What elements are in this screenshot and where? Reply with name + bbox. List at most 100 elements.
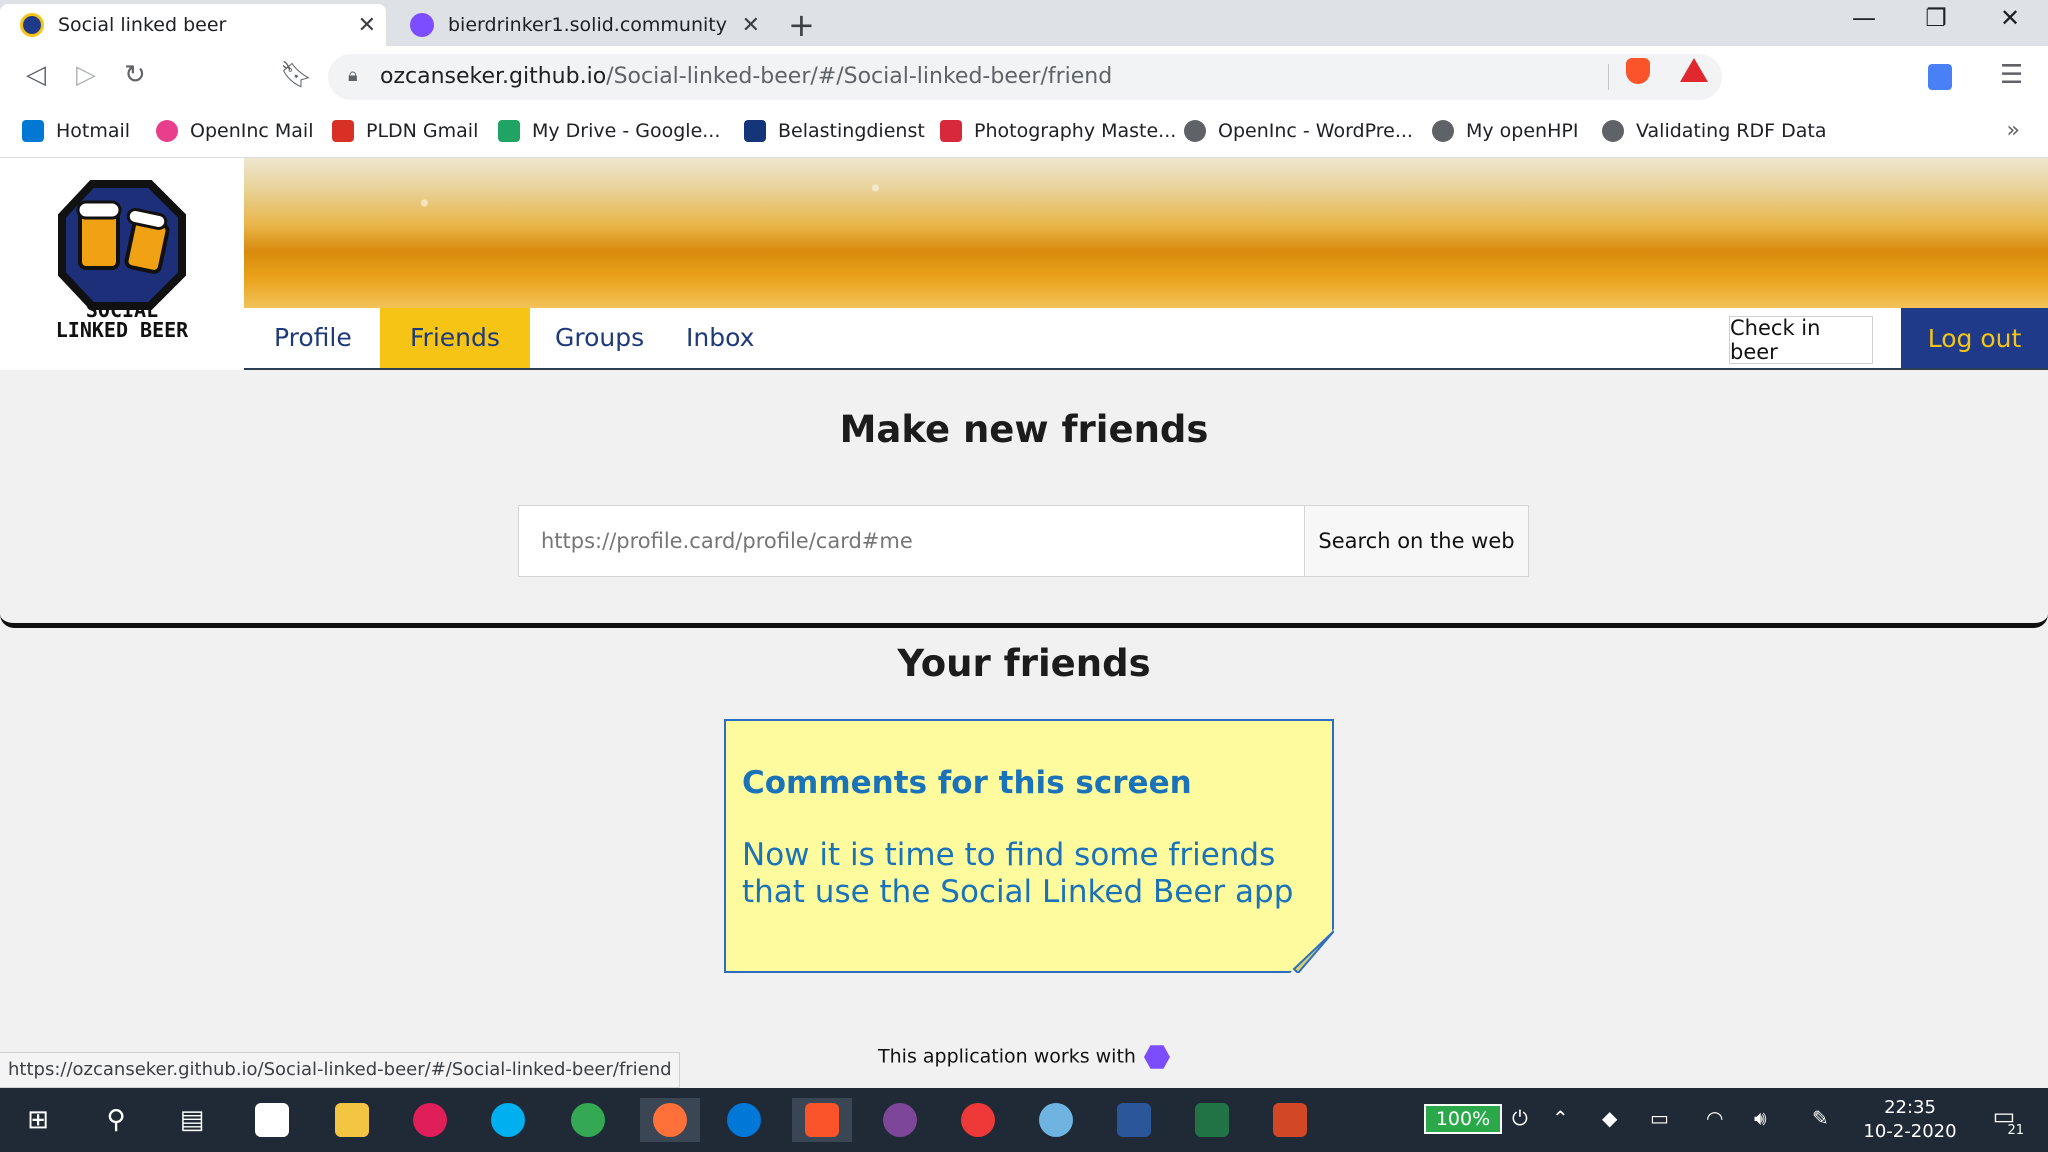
logout-button[interactable]: Log out (1901, 308, 2048, 368)
bookmark-label: OpenInc Mail (190, 120, 314, 142)
pen-icon[interactable]: ✎ (1812, 1106, 1829, 1130)
nav-friends[interactable]: Friends (380, 308, 530, 368)
sticky-note-comment: Comments for this screen Now it is time … (724, 719, 1334, 973)
reload-icon[interactable]: ↻ (124, 60, 146, 90)
back-icon[interactable]: ◁ (26, 60, 46, 90)
solid-logo-icon[interactable] (1143, 1045, 1170, 1069)
file-explorer-icon[interactable] (330, 1098, 374, 1142)
globe-icon (1602, 120, 1624, 142)
bookmark-label: OpenInc - WordPre... (1218, 120, 1413, 142)
bookmark-label: Belastingdienst (778, 120, 925, 142)
bookmark-openinc-mail[interactable]: OpenInc Mail (156, 120, 313, 142)
forward-icon[interactable]: ▷ (76, 60, 96, 90)
app-header: SOCIAL LINKED BEER Profile Friends Group… (0, 158, 2048, 370)
task-view-icon[interactable]: ▤ (170, 1098, 214, 1142)
excel-icon[interactable] (1190, 1098, 1234, 1142)
battery-indicator[interactable]: 100% (1424, 1104, 1502, 1134)
logo-text-line1: SOCIAL (85, 298, 159, 322)
clock-date: 10-2-2020 (1863, 1121, 1957, 1142)
page-curl-icon (1290, 929, 1334, 973)
brave-rewards-icon[interactable] (1680, 58, 1708, 82)
lock-icon: 🔒︎ (348, 65, 358, 86)
beer-foam-banner (244, 158, 2048, 308)
skype-icon[interactable] (486, 1098, 530, 1142)
edge-icon[interactable] (722, 1098, 766, 1142)
tor-icon[interactable] (878, 1098, 922, 1142)
page-content: SOCIAL LINKED BEER Profile Friends Group… (0, 158, 2048, 1028)
close-tab-icon[interactable]: ✕ (358, 13, 376, 38)
word-icon[interactable] (1112, 1098, 1156, 1142)
bookmark-label: My openHPI (1466, 120, 1579, 142)
url-text[interactable]: ozcanseker.github.io/Social-linked-beer/… (380, 64, 1112, 89)
search-icon[interactable]: ⚲ (94, 1098, 138, 1142)
photography-icon (940, 120, 962, 142)
bookmark-label: Hotmail (56, 120, 131, 142)
slack-icon[interactable] (408, 1098, 452, 1142)
notification-count: 21 (2007, 1123, 2024, 1138)
bookmark-openinc-wordpress[interactable]: OpenInc - WordPre... (1184, 120, 1413, 142)
bookmark-hotmail[interactable]: Hotmail (22, 120, 130, 142)
browser-menu-icon[interactable]: ☰ (2000, 60, 2023, 90)
bookmark-pldn-gmail[interactable]: PLDN Gmail (332, 120, 478, 142)
bookmarks-bar: Hotmail OpenInc Mail PLDN Gmail My Drive… (0, 108, 2048, 158)
window-close-icon[interactable]: ✕ (1980, 4, 2040, 32)
windows-start-icon[interactable]: ⊞ (16, 1098, 60, 1142)
nav-inbox[interactable]: Inbox (656, 308, 784, 368)
address-bar-row: ◁ ▷ ↻ 🔖︎ 🔒︎ ozcanseker.github.io/Social-… (0, 46, 2048, 108)
chevron-up-icon[interactable]: ⌃ (1552, 1106, 1569, 1130)
search-web-button[interactable]: Search on the web (1305, 505, 1529, 577)
volume-icon[interactable]: 🔊︎ (1754, 1106, 1767, 1130)
plug-icon: ⏻ (1512, 1106, 1528, 1130)
battery-icon[interactable]: ▭ (1650, 1106, 1669, 1130)
app-logo[interactable]: SOCIAL LINKED BEER (0, 158, 244, 370)
note-title: Comments for this screen (742, 765, 1192, 801)
profile-url-input[interactable] (518, 505, 1305, 577)
bookmark-photography[interactable]: Photography Maste... (940, 120, 1176, 142)
bookmark-my-openhpi[interactable]: My openHPI (1432, 120, 1578, 142)
url-path: /Social-linked-beer/#/Social-linked-beer… (606, 64, 1113, 89)
tab-title: Social linked beer (58, 14, 227, 36)
restore-icon[interactable]: ❐ (1906, 4, 1966, 32)
google-translate-icon[interactable] (1928, 64, 1952, 90)
tab-title: bierdrinker1.solid.community (448, 14, 727, 36)
bookmark-icon[interactable]: 🔖︎ (280, 60, 313, 90)
vivaldi-icon[interactable] (956, 1098, 1000, 1142)
openinc-icon (156, 120, 178, 142)
url-domain: ozcanseker.github.io (380, 64, 607, 89)
firefox-icon[interactable] (640, 1098, 700, 1142)
belastingdienst-icon (744, 120, 766, 142)
dropbox-icon[interactable]: ◆ (1602, 1106, 1617, 1130)
bookmark-belastingdienst[interactable]: Belastingdienst (744, 120, 925, 142)
solid-favicon-icon (410, 13, 434, 37)
powerpoint-icon[interactable] (1268, 1098, 1312, 1142)
bookmark-my-drive[interactable]: My Drive - Google... (498, 120, 720, 142)
nav-groups[interactable]: Groups (525, 308, 674, 368)
bookmark-label: My Drive - Google... (532, 120, 721, 142)
bookmark-validating-rdf[interactable]: Validating RDF Data (1602, 120, 1826, 142)
footer-text: This application works with (878, 1045, 1136, 1068)
globe-icon (1432, 120, 1454, 142)
brave-shields-icon[interactable] (1626, 58, 1650, 84)
nav-profile[interactable]: Profile (244, 308, 382, 368)
tab-solid-community[interactable]: bierdrinker1.solid.community ✕ (390, 4, 770, 46)
bookmark-label: Validating RDF Data (1636, 120, 1827, 142)
drive-icon (498, 120, 520, 142)
store-icon[interactable] (250, 1098, 294, 1142)
notification-center-icon[interactable]: ▭ 21 (1984, 1102, 2024, 1138)
wifi-icon[interactable]: ◠ (1706, 1106, 1723, 1130)
url-omnibox[interactable]: 🔒︎ ozcanseker.github.io/Social-linked-be… (328, 54, 1722, 100)
omnibox-separator (1608, 64, 1609, 90)
globe-app-icon[interactable] (1034, 1098, 1078, 1142)
close-tab-icon[interactable]: ✕ (742, 13, 760, 38)
new-tab-plus-icon[interactable]: + (788, 6, 815, 44)
section-divider (0, 608, 2048, 628)
bookmarks-overflow-icon[interactable]: » (2007, 118, 2020, 143)
system-clock[interactable]: 22:35 10-2-2020 (1860, 1096, 1960, 1144)
check-in-beer-button[interactable]: Check in beer (1729, 316, 1873, 364)
minimize-icon[interactable]: — (1834, 4, 1894, 32)
bookmark-label: Photography Maste... (974, 120, 1177, 142)
brave-icon[interactable] (792, 1098, 852, 1142)
chrome-icon[interactable] (566, 1098, 610, 1142)
tab-social-linked-beer[interactable]: Social linked beer ✕ (0, 4, 386, 46)
bookmark-label: PLDN Gmail (366, 120, 479, 142)
